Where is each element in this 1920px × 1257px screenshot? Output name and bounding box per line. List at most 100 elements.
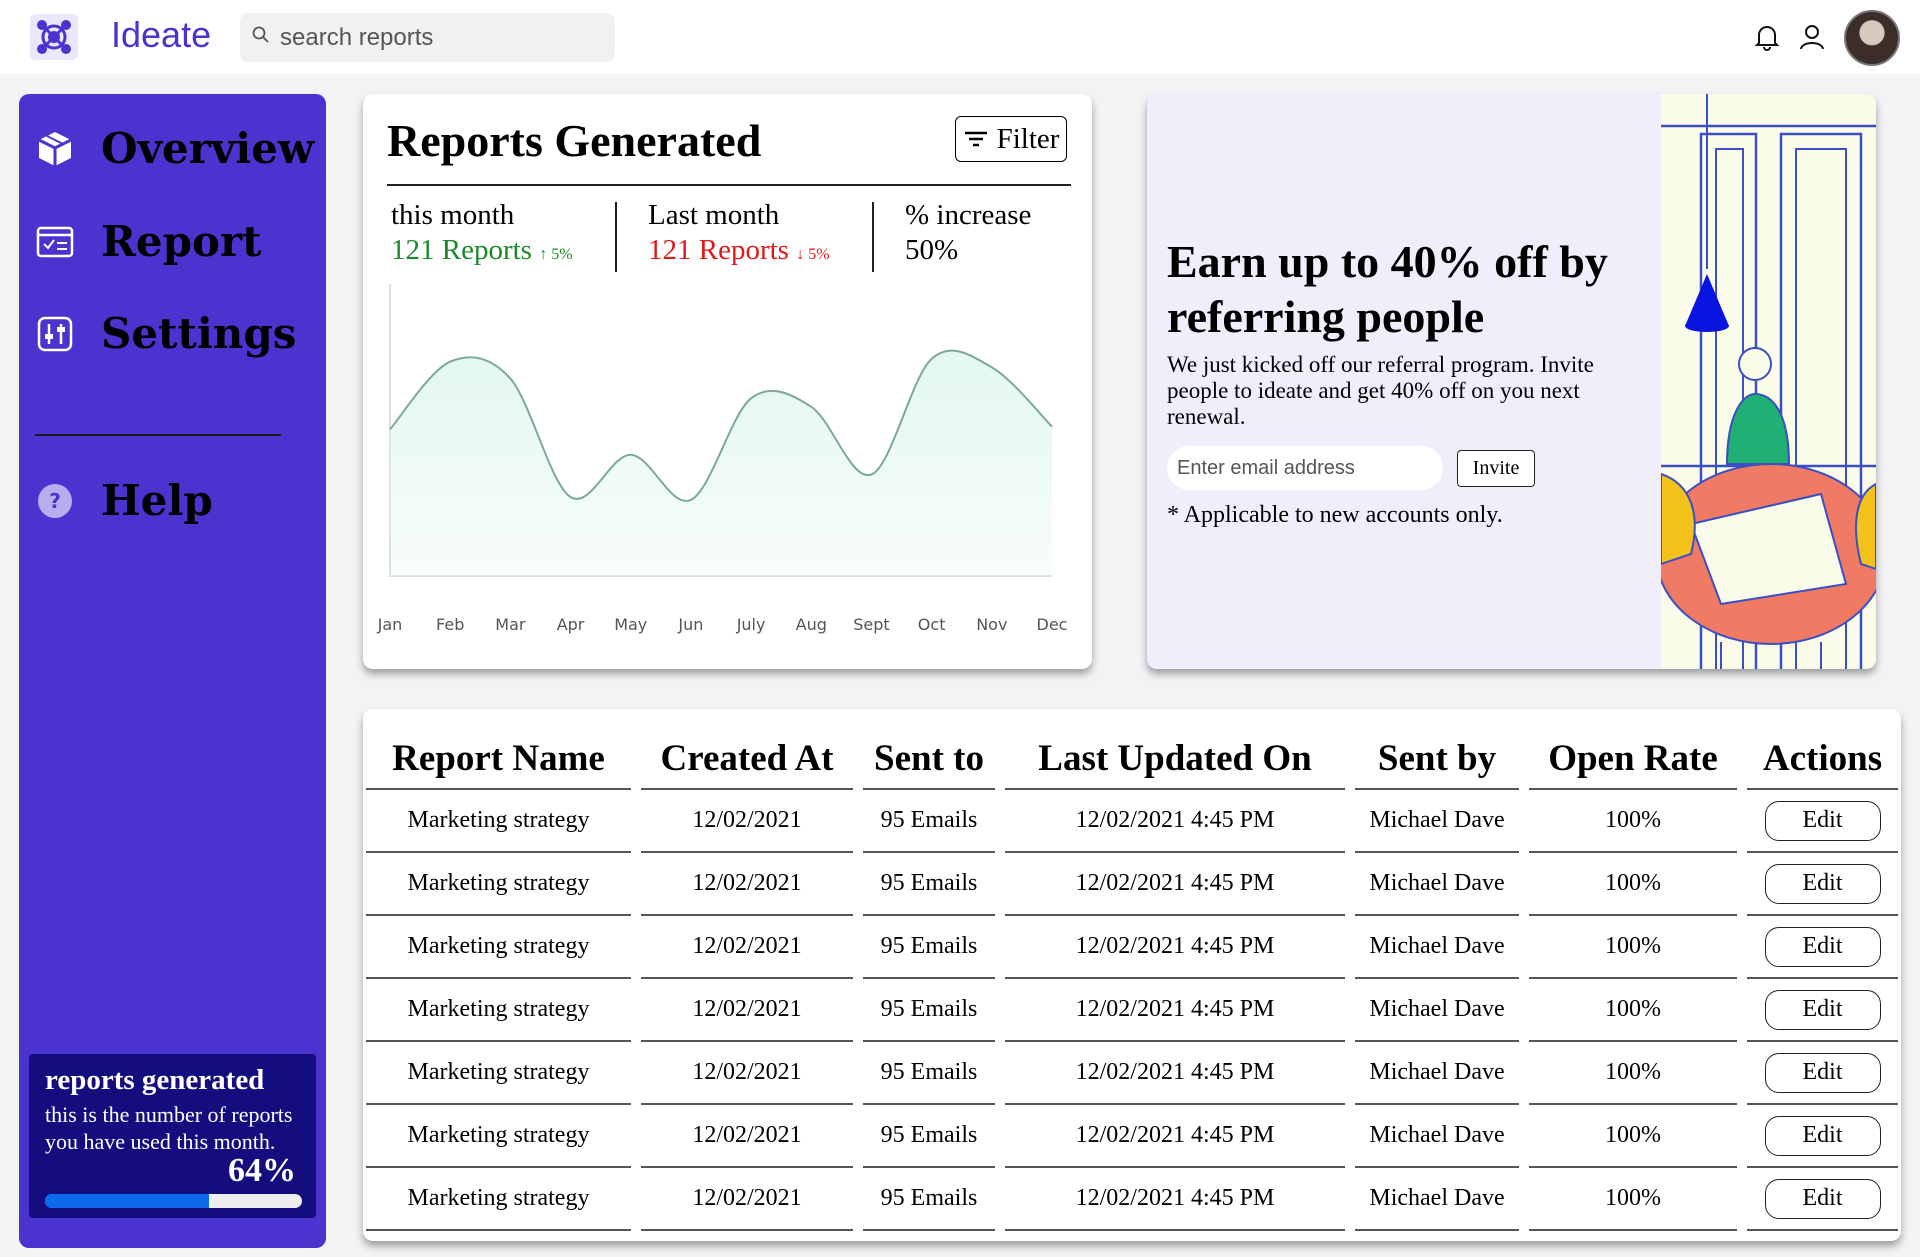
report-name-cell: Marketing strategy (366, 1041, 636, 1105)
x-tick-label: Nov (976, 615, 1007, 634)
sent-by-cell: Michael Dave (1345, 1167, 1524, 1231)
sent-to-cell: 95 Emails (853, 852, 1000, 916)
sent-by-cell: Michael Dave (1345, 789, 1524, 853)
top-bar: Ideate (0, 0, 1920, 74)
edit-button[interactable]: Edit (1764, 863, 1881, 904)
last-updated-cell: 12/02/2021 4:45 PM (995, 915, 1350, 979)
report-name-cell: Marketing strategy (366, 852, 636, 916)
edit-button[interactable]: Edit (1764, 1178, 1881, 1219)
chart-data-point (568, 494, 574, 500)
sent-to-cell: 95 Emails (853, 915, 1000, 979)
chart-data-point (1049, 424, 1055, 430)
sent-by-cell: Michael Dave (1345, 915, 1524, 979)
table-row: Marketing strategy 12/02/2021 95 Emails … (366, 1167, 1898, 1231)
created-at-cell: 12/02/2021 (631, 978, 858, 1042)
chart-data-point (929, 356, 935, 362)
edit-button[interactable]: Edit (1764, 989, 1881, 1030)
open-rate-cell: 100% (1519, 1104, 1742, 1168)
user-icon[interactable] (1797, 22, 1827, 52)
sidebar-item-overview[interactable]: Overview (33, 124, 314, 173)
svg-text:?: ? (49, 489, 61, 513)
x-tick-label: Sept (853, 615, 889, 634)
atom-logo-icon[interactable] (30, 14, 78, 60)
people-at-table-illustration (1655, 94, 1876, 669)
x-tick-label: Jan (377, 615, 403, 634)
avatar[interactable] (1844, 10, 1900, 66)
help-icon: ? (33, 479, 77, 523)
sidebar-divider (35, 434, 281, 436)
actions-cell: Edit (1737, 1104, 1898, 1168)
chart-data-point (868, 471, 874, 477)
sent-to-cell: 95 Emails (853, 789, 1000, 853)
last-updated-cell: 12/02/2021 4:45 PM (995, 789, 1350, 853)
column-header[interactable]: Sent by (1345, 709, 1524, 790)
chart-data-point (447, 359, 453, 365)
x-tick-label: Aug (796, 615, 827, 634)
brand-name[interactable]: Ideate (111, 14, 211, 56)
x-tick-label: Jun (677, 615, 703, 634)
column-header[interactable]: Sent to (853, 709, 1000, 790)
created-at-cell: 12/02/2021 (631, 1104, 858, 1168)
edit-button[interactable]: Edit (1764, 1052, 1881, 1093)
table-row: Marketing strategy 12/02/2021 95 Emails … (366, 852, 1898, 916)
actions-cell: Edit (1737, 789, 1898, 853)
reports-table-card: Report Name Created At Sent to Last Upda… (363, 709, 1901, 1241)
table-row: Marketing strategy 12/02/2021 95 Emails … (366, 1041, 1898, 1105)
report-name-cell: Marketing strategy (366, 1167, 636, 1231)
open-rate-cell: 100% (1519, 915, 1742, 979)
usage-progress-bar (45, 1194, 302, 1208)
reports-table: Report Name Created At Sent to Last Upda… (366, 709, 1898, 1231)
x-tick-label: Apr (557, 615, 585, 634)
email-field[interactable] (1167, 446, 1443, 490)
column-header[interactable]: Report Name (366, 709, 636, 790)
sent-by-cell: Michael Dave (1345, 852, 1524, 916)
x-tick-label: Dec (1037, 615, 1068, 634)
sidebar-item-help[interactable]: ? Help (33, 476, 213, 525)
promo-body: We just kicked off our referral program.… (1167, 352, 1594, 429)
table-row: Marketing strategy 12/02/2021 95 Emails … (366, 915, 1898, 979)
invite-button[interactable]: Invite (1457, 450, 1535, 487)
column-header[interactable]: Open Rate (1519, 709, 1742, 790)
sidebar-item-label: Help (101, 476, 213, 525)
sidebar-item-settings[interactable]: Settings (33, 309, 296, 358)
actions-cell: Edit (1737, 852, 1898, 916)
sliders-icon (33, 312, 77, 356)
column-header[interactable]: Last Updated On (995, 709, 1350, 790)
sent-to-cell: 95 Emails (853, 1104, 1000, 1168)
x-tick-label: Mar (495, 615, 526, 634)
usage-progress-fill (45, 1194, 210, 1208)
search-box[interactable] (240, 13, 615, 62)
chart-data-point (688, 497, 694, 503)
table-row: Marketing strategy 12/02/2021 95 Emails … (366, 978, 1898, 1042)
created-at-cell: 12/02/2021 (631, 1041, 858, 1105)
chart-data-point (748, 395, 754, 401)
table-header-row: Report Name Created At Sent to Last Upda… (366, 709, 1898, 790)
created-at-cell: 12/02/2021 (631, 1167, 858, 1231)
sidebar-item-report[interactable]: Report (33, 217, 262, 266)
actions-cell: Edit (1737, 1167, 1898, 1231)
report-name-cell: Marketing strategy (366, 978, 636, 1042)
edit-button[interactable]: Edit (1764, 926, 1881, 967)
bell-icon[interactable] (1752, 22, 1782, 52)
usage-title: reports generated (45, 1064, 265, 1096)
sent-to-cell: 95 Emails (853, 1167, 1000, 1231)
x-tick-label: Feb (436, 615, 464, 634)
search-input[interactable] (280, 23, 600, 52)
sent-to-cell: 95 Emails (853, 978, 1000, 1042)
last-updated-cell: 12/02/2021 4:45 PM (995, 978, 1350, 1042)
promo-title: Earn up to 40% off by referring people (1167, 236, 1608, 342)
column-header[interactable]: Created At (631, 709, 858, 790)
last-updated-cell: 12/02/2021 4:45 PM (995, 1104, 1350, 1168)
usage-description: this is the number of reports you have u… (45, 1102, 293, 1154)
edit-button[interactable]: Edit (1764, 800, 1881, 841)
x-tick-label: July (736, 615, 766, 634)
x-tick-label: May (614, 615, 647, 634)
report-icon (33, 220, 77, 264)
created-at-cell: 12/02/2021 (631, 789, 858, 853)
chart-data-point (808, 404, 814, 410)
edit-button[interactable]: Edit (1764, 1115, 1881, 1156)
chart-data-point (507, 376, 513, 382)
sent-by-cell: Michael Dave (1345, 1104, 1524, 1168)
reports-area-chart: Jan Feb Mar Apr May Jun July Aug Sept Oct Nov Dec (377, 284, 1068, 634)
open-rate-cell: 100% (1519, 789, 1742, 853)
